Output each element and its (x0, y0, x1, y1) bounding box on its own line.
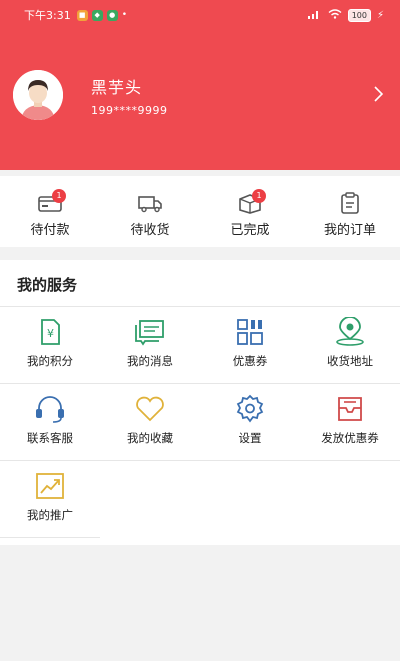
signal-icon (307, 9, 322, 22)
order-awaiting-delivery[interactable]: 待收货 (100, 176, 200, 247)
promotion-icon (33, 471, 67, 501)
phone-number: 199****9999 (91, 103, 168, 117)
order-completed[interactable]: 1 已完成 (200, 176, 300, 247)
points-icon: ¥ (35, 317, 65, 347)
service-settings[interactable]: 设置 (200, 384, 300, 460)
app-notification-icon: ◆ (91, 9, 103, 21)
service-points[interactable]: ¥ 我的积分 (0, 307, 100, 383)
profile-row[interactable]: 黑芋头 199****9999 (13, 70, 384, 120)
service-label: 收货地址 (327, 354, 373, 368)
dot-icon: • (121, 10, 128, 20)
headset-icon (33, 394, 67, 424)
badge-count: 1 (52, 189, 66, 203)
service-promotion[interactable]: 我的推广 (0, 461, 100, 538)
service-label: 联系客服 (27, 431, 73, 445)
order-status-bar: 1 待付款 待收货 1 已完成 我的订单 (0, 176, 400, 247)
svg-text:¥: ¥ (47, 327, 54, 340)
truck-icon (137, 192, 163, 214)
service-customer-support[interactable]: 联系客服 (0, 384, 100, 460)
status-bar: 下午3:31 ■ ◆ ● • 100 ⚡ (0, 0, 400, 30)
services-panel: 我的服务 ¥ 我的积分 我的消息 优惠券 收货地址 联系客服 我的收藏 设置 发… (0, 260, 400, 545)
service-messages[interactable]: 我的消息 (100, 307, 200, 383)
inbox-icon (333, 394, 367, 424)
service-label: 我的推广 (27, 508, 73, 522)
location-icon (333, 317, 367, 347)
order-label: 待付款 (30, 223, 70, 238)
username: 黑芋头 (91, 77, 143, 97)
battery-indicator: 100 (347, 8, 371, 22)
heart-icon (133, 394, 167, 424)
order-pending-payment[interactable]: 1 待付款 (0, 176, 100, 247)
service-label: 发放优惠券 (321, 431, 379, 445)
coupon-icon (235, 317, 265, 347)
service-label: 我的收藏 (127, 431, 173, 445)
service-label: 设置 (238, 431, 262, 445)
badge-count: 1 (252, 189, 266, 203)
app-notification-icon: ■ (76, 9, 88, 21)
message-icon (133, 317, 167, 347)
charging-icon: ⚡ (376, 9, 384, 21)
wifi-icon (328, 8, 342, 22)
status-time: 下午3:31 (24, 9, 71, 22)
order-label: 我的订单 (323, 223, 376, 238)
order-label: 待收货 (130, 223, 170, 238)
my-orders[interactable]: 我的订单 (300, 176, 400, 247)
service-coupons[interactable]: 优惠券 (200, 307, 300, 383)
avatar[interactable] (13, 70, 63, 120)
service-label: 我的积分 (27, 354, 73, 368)
services-title: 我的服务 (0, 260, 400, 307)
gear-icon (233, 394, 267, 424)
service-label: 我的消息 (127, 354, 173, 368)
clipboard-icon (337, 192, 363, 214)
profile-header: 下午3:31 ■ ◆ ● • 100 ⚡ 黑芋头 199****9999 (0, 0, 400, 170)
order-label: 已完成 (230, 223, 270, 238)
service-favorites[interactable]: 我的收藏 (100, 384, 200, 460)
app-notification-icon: ● (106, 9, 118, 21)
chevron-right-icon[interactable] (372, 84, 384, 108)
service-label: 优惠券 (232, 354, 268, 368)
service-address[interactable]: 收货地址 (300, 307, 400, 383)
service-issue-coupons[interactable]: 发放优惠券 (300, 384, 400, 460)
